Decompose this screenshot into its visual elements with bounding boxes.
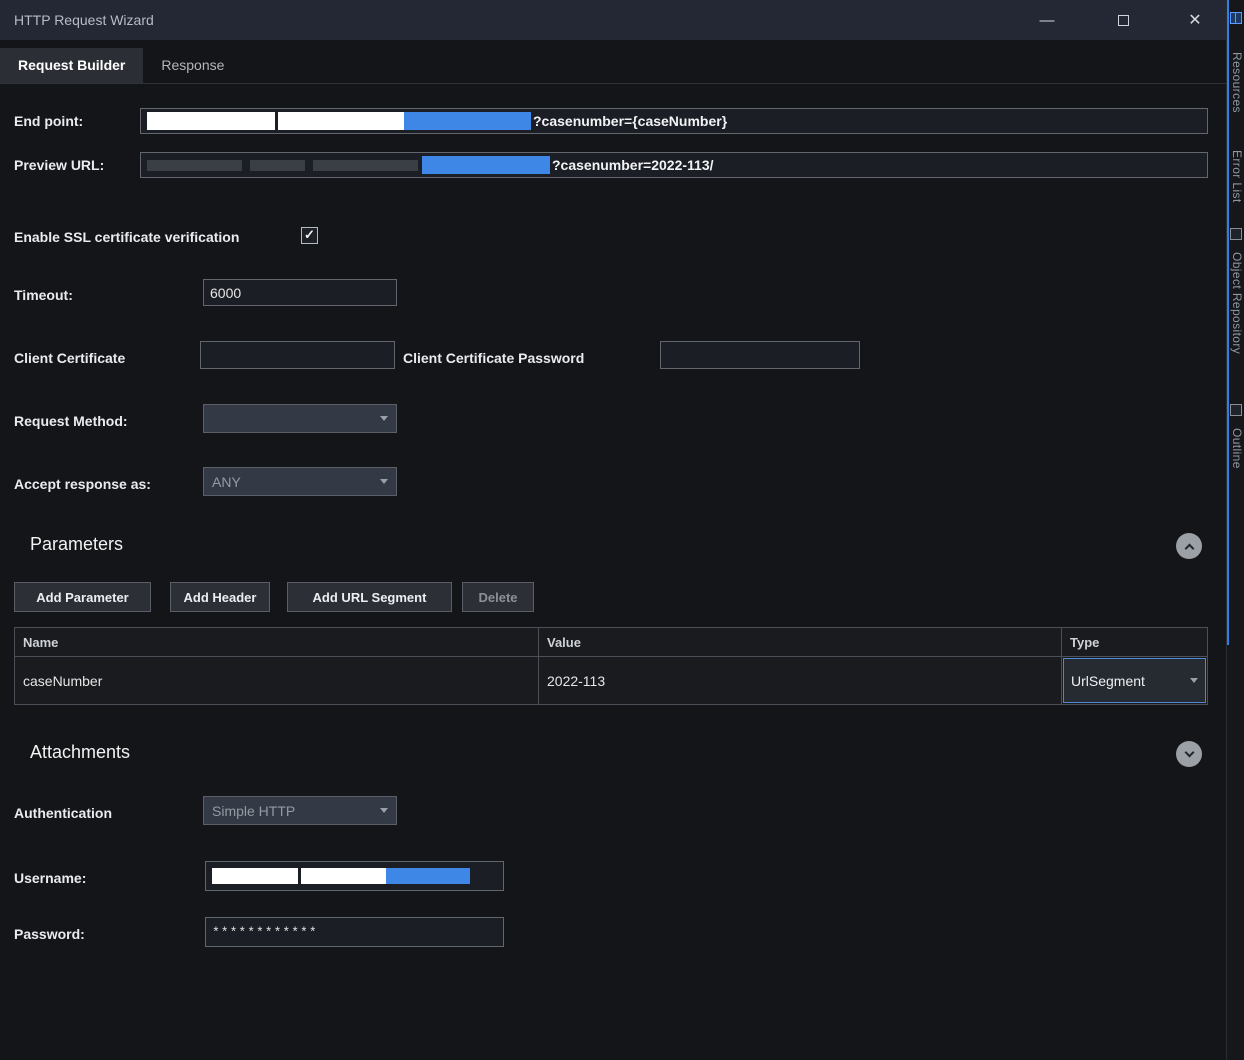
redaction-block-white [301,868,386,884]
endpoint-input[interactable]: ?casenumber={caseNumber} [140,108,1208,134]
type-dropdown-value: UrlSegment [1071,672,1145,689]
chevron-down-icon [380,808,388,813]
add-url-segment-button[interactable]: Add URL Segment [287,582,452,612]
parameter-type-cell: UrlSegment [1061,657,1207,704]
client-certificate-input[interactable] [200,341,395,369]
client-certificate-password-input[interactable] [660,341,860,369]
resources-icon[interactable] [1230,12,1242,24]
password-label: Password: [14,926,85,942]
add-header-button[interactable]: Add Header [170,582,270,612]
minimize-icon: — [1039,11,1055,29]
right-dock-bar: Resources Error List Object Repository O… [1226,0,1244,1060]
tab-strip: Request Builder Response [0,48,1226,84]
object-repository-icon[interactable] [1230,228,1242,240]
close-button[interactable]: ✕ [1172,0,1218,40]
request-method-dropdown[interactable] [203,404,397,433]
chevron-up-icon [1184,543,1194,553]
preview-url-label: Preview URL: [14,157,105,173]
redaction-block-white [278,112,404,130]
table-row[interactable]: caseNumber 2022-113 UrlSegment [15,657,1207,704]
accept-response-value: ANY [212,473,241,490]
add-parameter-button[interactable]: Add Parameter [14,582,151,612]
faint-text-strip [313,159,418,171]
parameter-value-cell[interactable]: 2022-113 [538,657,1061,704]
column-header-name[interactable]: Name [15,628,538,656]
accept-response-label: Accept response as: [14,476,151,492]
redaction-block-white [147,112,275,130]
timeout-label: Timeout: [14,287,73,303]
authentication-label: Authentication [14,805,112,821]
redaction-block-blue [386,868,470,884]
sidebar-tab-error-list[interactable]: Error List [1230,150,1244,203]
parameter-name-cell[interactable]: caseNumber [15,657,538,704]
endpoint-label: End point: [14,113,84,129]
preview-url-input[interactable]: ?casenumber=2022-113/ [140,152,1208,178]
table-header-row: Name Value Type [15,628,1207,657]
collapse-parameters-button[interactable] [1176,533,1202,559]
sidebar-tab-object-repository[interactable]: Object Repository [1230,252,1244,354]
timeout-input[interactable]: 6000 [203,279,397,306]
attachments-section-title: Attachments [30,742,131,762]
authentication-dropdown[interactable]: Simple HTTP [203,796,397,825]
type-dropdown[interactable]: UrlSegment [1063,658,1206,703]
ssl-checkbox[interactable]: ✓ [301,227,318,244]
request-method-label: Request Method: [14,413,128,429]
expand-attachments-button[interactable] [1176,741,1202,767]
parameters-section-title: Parameters [30,534,124,554]
window-title: HTTP Request Wizard [14,12,154,28]
check-icon: ✓ [304,226,315,242]
chevron-down-icon [380,479,388,484]
faint-text-strip [250,159,305,171]
redaction-block-blue [404,112,531,130]
password-masked-value: ************ [212,924,318,940]
accept-response-dropdown[interactable]: ANY [203,467,397,496]
active-pane-indicator [1227,0,1229,645]
sidebar-tab-resources[interactable]: Resources [1230,52,1244,113]
minimize-button[interactable]: — [1024,0,1070,40]
timeout-value: 6000 [210,284,242,301]
tab-request-builder[interactable]: Request Builder [0,48,144,83]
maximize-icon [1117,14,1129,26]
column-header-value[interactable]: Value [538,628,1061,656]
delete-button[interactable]: Delete [462,582,534,612]
close-icon: ✕ [1188,12,1202,29]
chevron-down-icon [380,416,388,421]
ssl-verification-label: Enable SSL certificate verification [14,229,240,245]
sidebar-tab-outline[interactable]: Outline [1230,428,1244,469]
redaction-block-blue [422,156,550,174]
client-certificate-label: Client Certificate [14,350,126,366]
username-label: Username: [14,870,87,886]
column-header-type[interactable]: Type [1061,628,1207,656]
endpoint-visible-text: ?casenumber={caseNumber} [533,113,728,129]
chevron-down-icon [1184,747,1194,757]
username-input[interactable] [205,861,504,891]
preview-url-visible-text: ?casenumber=2022-113/ [552,157,714,173]
chevron-down-icon [1190,678,1198,683]
tab-response[interactable]: Response [143,48,242,83]
parameters-table: Name Value Type caseNumber 2022-113 UrlS… [14,627,1208,705]
password-input[interactable]: ************ [205,917,504,947]
redaction-block-white [212,868,298,884]
authentication-value: Simple HTTP [212,802,296,819]
client-certificate-password-label: Client Certificate Password [403,350,585,366]
outline-icon[interactable] [1230,404,1242,416]
faint-text-strip [147,159,242,171]
maximize-button[interactable] [1100,0,1146,40]
